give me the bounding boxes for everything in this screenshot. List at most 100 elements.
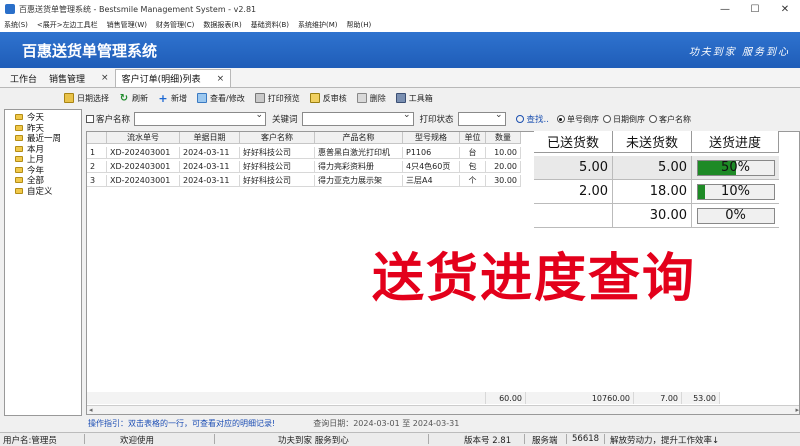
sort-by-date-desc-radio[interactable]: 日期倒序 bbox=[602, 114, 645, 125]
cell-index: 1 bbox=[87, 147, 107, 159]
status-motto: 功夫到家 服务到心 bbox=[278, 436, 349, 446]
sort-by-number-desc-radio[interactable]: 单号倒序 bbox=[556, 114, 599, 125]
delete-label: 删除 bbox=[369, 93, 386, 103]
total-delivered: 7.00 bbox=[634, 392, 682, 404]
delete-button[interactable]: 删除 bbox=[356, 93, 386, 104]
cell-customer: 好好科技公司 bbox=[240, 175, 315, 187]
plus-icon: + bbox=[158, 91, 168, 105]
header-serial[interactable]: 流水单号 bbox=[107, 132, 180, 144]
total-undelivered: 53.00 bbox=[682, 392, 720, 404]
status-separator bbox=[604, 434, 605, 444]
delivery-row: 5.00 5.00 50% bbox=[534, 156, 779, 180]
print-status-select[interactable] bbox=[457, 110, 506, 126]
hint-bar: 操作指引：双击表格的一行，可查看对应的明细记录! 查询日期：2024-03-01… bbox=[86, 416, 800, 430]
close-button[interactable]: ✕ bbox=[770, 0, 800, 18]
menu-help[interactable]: 帮助(H) bbox=[347, 20, 372, 30]
radio-label: 单号倒序 bbox=[566, 114, 599, 124]
status-separator bbox=[428, 434, 429, 444]
menu-basic-data[interactable]: 基础资料(B) bbox=[251, 20, 289, 30]
date-select-button[interactable]: 日期选择 bbox=[64, 93, 109, 104]
cell-spec: 三层A4 bbox=[403, 175, 460, 187]
header-product[interactable]: 产品名称 bbox=[315, 132, 403, 144]
print-preview-button[interactable]: 打印预览 bbox=[254, 93, 300, 104]
sort-by-customer-radio[interactable]: 客户名称 bbox=[648, 114, 691, 125]
menu-expand-toolbar[interactable]: <展开>左边工具栏 bbox=[37, 20, 98, 30]
refresh-label: 刷新 bbox=[132, 93, 148, 103]
menu-bar: 系统(S) <展开>左边工具栏 销售管理(W) 财务管理(C) 数据报表(R) … bbox=[0, 18, 800, 32]
cell-product: 得力亚克力展示架 bbox=[315, 175, 403, 187]
date-range-tree: 今天 昨天 最近一周 本月 上月 今年 全部 自定义 bbox=[4, 109, 82, 416]
customer-select[interactable] bbox=[134, 110, 267, 126]
delivered-value bbox=[534, 204, 613, 228]
keyword-select[interactable] bbox=[301, 110, 414, 126]
progress-text: 50% bbox=[721, 160, 750, 175]
menu-system[interactable]: 系统(S) bbox=[4, 20, 28, 30]
horizontal-scrollbar[interactable]: ◂ ▸ bbox=[87, 405, 799, 414]
tab-workbench[interactable]: 工作台 bbox=[4, 69, 43, 87]
cell-spec: 4只4色60页 bbox=[403, 161, 460, 173]
toolbox-icon bbox=[395, 93, 406, 103]
cell-date: 2024-03-11 bbox=[180, 175, 240, 187]
table-row[interactable]: 1 XD-202403001 2024-03-11 好好科技公司 惠普黑白激光打… bbox=[87, 147, 521, 159]
tab-close-icon[interactable]: × bbox=[217, 74, 225, 84]
query-button[interactable]: 查找.. bbox=[515, 113, 549, 125]
toolbox-button[interactable]: 工具箱 bbox=[395, 93, 433, 104]
tree-item-label: 自定义 bbox=[27, 186, 53, 197]
menu-reports[interactable]: 数据报表(R) bbox=[203, 20, 241, 30]
cell-spec: P1106 bbox=[403, 147, 460, 159]
progress-bar: 50% bbox=[696, 159, 775, 176]
cell-product: 惠普黑白激光打印机 bbox=[315, 147, 403, 159]
status-server-label: 服务端 bbox=[532, 436, 558, 446]
print-status-label: 打印状态 bbox=[419, 115, 454, 125]
status-welcome: 欢迎使用 bbox=[120, 436, 155, 446]
total-qty: 60.00 bbox=[486, 392, 526, 404]
maximize-button[interactable]: ☐ bbox=[740, 0, 770, 18]
minimize-button[interactable]: — bbox=[710, 0, 740, 18]
query-label: 查找.. bbox=[526, 115, 549, 125]
folder-icon bbox=[15, 114, 23, 121]
tab-sales[interactable]: 销售管理 × bbox=[43, 69, 115, 87]
tree-item-custom[interactable]: 自定义 bbox=[5, 186, 81, 197]
cell-qty: 20.00 bbox=[486, 161, 521, 173]
menu-maintenance[interactable]: 系统维护(M) bbox=[298, 20, 338, 30]
tab-order-detail[interactable]: 客户订单(明细)列表 × bbox=[114, 69, 232, 87]
status-server-value: 56618 bbox=[572, 434, 600, 444]
window-controls: — ☐ ✕ bbox=[710, 0, 800, 18]
header-unit[interactable]: 单位 bbox=[460, 132, 486, 144]
cell-customer: 好好科技公司 bbox=[240, 161, 315, 173]
customer-filter-checkbox[interactable] bbox=[86, 115, 94, 123]
refresh-button[interactable]: ↻ 刷新 bbox=[119, 93, 148, 104]
view-edit-button[interactable]: 查看/修改 bbox=[197, 93, 245, 104]
app-banner: 百惠送货单管理系统 功夫到家 服务到心 bbox=[0, 32, 800, 68]
status-separator bbox=[524, 434, 525, 444]
menu-finance[interactable]: 财务管理(C) bbox=[156, 20, 194, 30]
header-spec[interactable]: 型号规格 bbox=[403, 132, 460, 144]
scroll-right-icon[interactable]: ▸ bbox=[795, 406, 799, 414]
delivery-row: 30.00 0% bbox=[534, 204, 779, 228]
status-separator bbox=[566, 434, 567, 444]
window-titlebar: 百惠送货单管理系统 - Bestsmile Management System … bbox=[0, 0, 800, 18]
window-title: 百惠送货单管理系统 - Bestsmile Management System … bbox=[19, 4, 257, 14]
filter-bar: 客户名称 关键词 打印状态 查找.. 单号倒序 日期倒序 客户名称 bbox=[86, 110, 800, 128]
scroll-left-icon[interactable]: ◂ bbox=[89, 406, 93, 414]
unaudit-button[interactable]: 反审核 bbox=[309, 93, 347, 104]
total-amount: 10760.00 bbox=[526, 392, 634, 404]
progress-bar: 10% bbox=[696, 183, 775, 200]
add-button[interactable]: + 新增 bbox=[158, 91, 187, 105]
status-version: 版本号 2.81 bbox=[464, 436, 512, 446]
menu-sales[interactable]: 销售管理(W) bbox=[107, 20, 147, 30]
add-label: 新增 bbox=[171, 93, 187, 103]
date-select-label: 日期选择 bbox=[77, 93, 109, 103]
table-row[interactable]: 3 XD-202403001 2024-03-11 好好科技公司 得力亚克力展示… bbox=[87, 175, 521, 187]
radio-dot bbox=[602, 115, 611, 123]
header-qty[interactable]: 数量 bbox=[486, 132, 521, 144]
header-customer[interactable]: 客户名称 bbox=[240, 132, 315, 144]
header-date[interactable]: 单据日期 bbox=[180, 132, 240, 144]
tab-close-icon[interactable]: × bbox=[101, 73, 109, 83]
table-row[interactable]: 2 XD-202403001 2024-03-11 好好科技公司 得力亮彩资料册… bbox=[87, 161, 521, 173]
progress-text: 0% bbox=[725, 208, 746, 223]
cell-index: 2 bbox=[87, 161, 107, 173]
header-undelivered: 未送货数 bbox=[613, 131, 692, 153]
status-bar: 用户名:管理员 欢迎使用 功夫到家 服务到心 版本号 2.81 服务端 5661… bbox=[0, 432, 800, 446]
status-separator bbox=[214, 434, 215, 444]
